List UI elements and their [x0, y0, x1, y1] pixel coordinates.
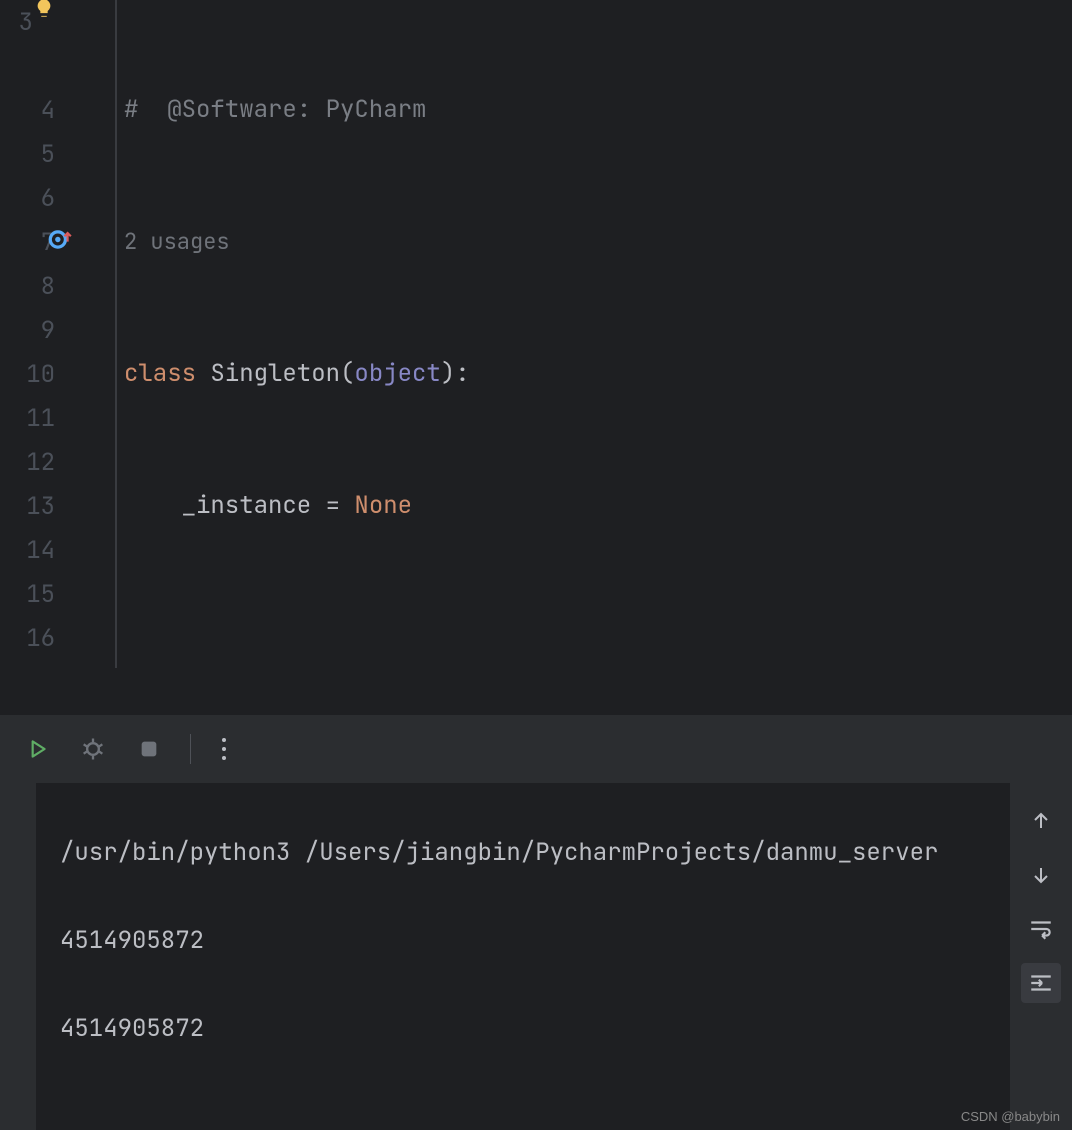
override-icon[interactable] — [47, 227, 73, 258]
stop-button[interactable] — [130, 730, 168, 768]
usages-hint[interactable]: 2 usages — [124, 220, 230, 264]
console-output[interactable]: /usr/bin/python3 /Users/jiangbin/Pycharm… — [36, 783, 1010, 1130]
code-editor[interactable]: 3 4 5 6 7 8 9 10 11 12 13 14 15 16 — [0, 0, 1072, 668]
line-number: 4 — [41, 95, 55, 126]
keyword: class — [124, 352, 196, 396]
attr: _instance — [182, 484, 312, 528]
line-number: 11 — [26, 403, 55, 434]
console-output-area: /usr/bin/python3 /Users/jiangbin/Pycharm… — [0, 783, 1072, 1130]
debug-button[interactable] — [74, 730, 112, 768]
line-number: 12 — [26, 447, 55, 478]
output-line: 4514905872 — [60, 1007, 1010, 1051]
line-number: 13 — [26, 491, 55, 522]
scroll-down-button[interactable] — [1021, 855, 1061, 895]
run-tool-window: /usr/bin/python3 /Users/jiangbin/Pycharm… — [0, 714, 1072, 1130]
console-side-toolbar — [1010, 783, 1072, 1130]
toolbar-separator — [190, 734, 191, 764]
line-number: 5 — [41, 139, 55, 170]
run-toolbar — [0, 714, 1072, 783]
output-line: /usr/bin/python3 /Users/jiangbin/Pycharm… — [60, 831, 1010, 875]
lightbulb-icon[interactable] — [33, 0, 55, 24]
more-button[interactable] — [205, 730, 243, 768]
line-number: 3 — [19, 7, 33, 38]
class-name: Singleton — [210, 352, 340, 396]
comment-text: # @Software: PyCharm — [124, 88, 426, 132]
code-content[interactable]: # @Software: PyCharm 2 usages class Sing… — [116, 0, 1072, 668]
line-number: 6 — [41, 183, 55, 214]
line-number: 15 — [26, 579, 55, 610]
soft-wrap-button[interactable] — [1021, 909, 1061, 949]
line-gutter: 3 4 5 6 7 8 9 10 11 12 13 14 15 16 — [0, 0, 116, 668]
scroll-up-button[interactable] — [1021, 801, 1061, 841]
none-literal: None — [354, 484, 412, 528]
scroll-to-end-button[interactable] — [1021, 963, 1061, 1003]
line-number: 14 — [26, 535, 55, 566]
rerun-button[interactable] — [18, 730, 56, 768]
line-number: 9 — [41, 315, 55, 346]
line-number: 16 — [26, 623, 55, 654]
line-number: 8 — [41, 271, 55, 302]
output-blank — [60, 1095, 1010, 1130]
builtin: object — [354, 352, 440, 396]
watermark-text: CSDN @babybin — [961, 1109, 1060, 1124]
line-number: 10 — [26, 359, 55, 390]
run-left-gutter — [0, 783, 36, 1130]
output-line: 4514905872 — [60, 919, 1010, 963]
